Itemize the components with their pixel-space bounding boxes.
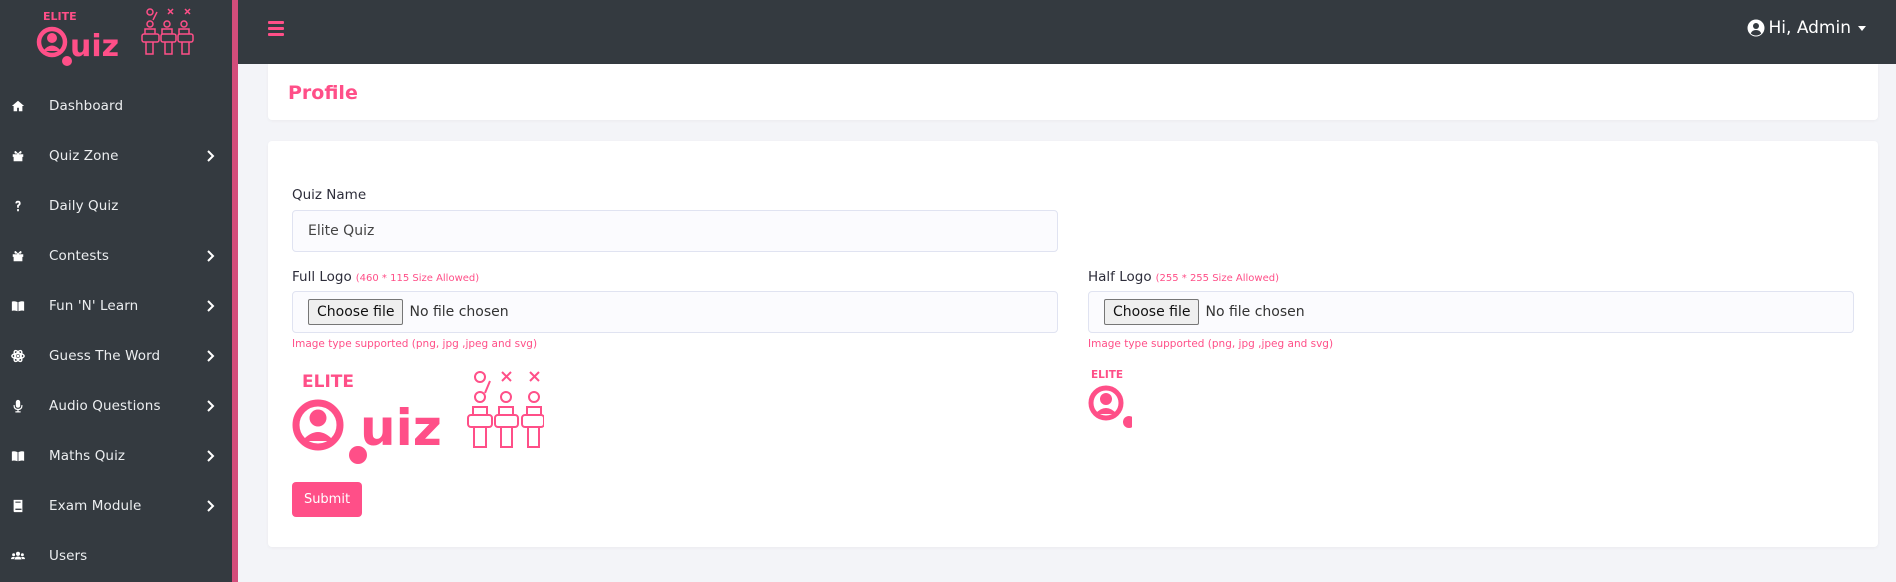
half-preview-elite-text: ELITE xyxy=(1091,369,1123,381)
full-logo-file-input[interactable]: Choose file No file chosen xyxy=(292,291,1058,333)
sidebar-item-label: Dashboard xyxy=(49,98,124,114)
user-greeting: Hi, Admin xyxy=(1768,18,1852,38)
quiz-name-label: Quiz Name xyxy=(292,187,367,203)
chevron-right-icon xyxy=(206,349,216,363)
half-logo-file-status: No file chosen xyxy=(1205,304,1305,320)
half-logo-support-text: Image type supported (png, jpg ,jpeg and… xyxy=(1088,338,1334,350)
chevron-right-icon xyxy=(206,299,216,313)
atom-icon xyxy=(10,348,26,364)
microphone-icon xyxy=(10,398,26,414)
full-logo-preview: ELITE uiz xyxy=(292,365,545,469)
full-logo-choose-file-button[interactable]: Choose file xyxy=(308,299,404,325)
half-logo-choose-file-button[interactable]: Choose file xyxy=(1104,299,1200,325)
chevron-right-icon xyxy=(206,399,216,413)
full-logo-label-text: Full Logo xyxy=(292,269,352,285)
svg-text:uiz: uiz xyxy=(70,29,119,64)
sidebar-item-quiz-zone[interactable]: Quiz Zone xyxy=(0,131,232,181)
sidebar-item-label: Fun 'N' Learn xyxy=(49,298,139,314)
full-logo-file-status: No file chosen xyxy=(409,304,509,320)
quiz-name-input[interactable]: Elite Quiz xyxy=(292,210,1058,252)
preview-elite-text: ELITE xyxy=(302,372,354,392)
half-logo-label-text: Half Logo xyxy=(1088,269,1152,285)
chevron-right-icon xyxy=(206,499,216,513)
sidebar-item-fun-n-learn[interactable]: Fun 'N' Learn xyxy=(0,281,232,331)
sidebar-item-guess-the-word[interactable]: Guess The Word xyxy=(0,331,232,381)
full-logo-label: Full Logo (460 * 115 Size Allowed) xyxy=(292,269,479,285)
users-icon xyxy=(10,548,26,564)
sidebar-item-maths-quiz[interactable]: Maths Quiz xyxy=(0,431,232,481)
submit-button[interactable]: Submit xyxy=(292,482,362,517)
half-logo-label: Half Logo (255 * 255 Size Allowed) xyxy=(1088,269,1279,285)
brand-elite-text: ELITE xyxy=(43,10,77,23)
home-icon xyxy=(10,98,26,114)
sidebar-nav: Dashboard Quiz Zone Daily Quiz Contests … xyxy=(0,81,232,581)
sidebar-item-label: Exam Module xyxy=(49,498,142,514)
book-open-icon xyxy=(10,448,26,464)
quiz-name-value: Elite Quiz xyxy=(308,223,375,239)
gift-icon xyxy=(10,248,26,264)
sidebar-item-contests[interactable]: Contests xyxy=(0,231,232,281)
sidebar-item-label: Quiz Zone xyxy=(49,148,119,164)
chevron-right-icon xyxy=(206,149,216,163)
page-title: Profile xyxy=(288,82,358,104)
sidebar-item-exam-module[interactable]: Exam Module xyxy=(0,481,232,531)
book-open-icon xyxy=(10,298,26,314)
sidebar-item-daily-quiz[interactable]: Daily Quiz xyxy=(0,181,232,231)
svg-text:uiz: uiz xyxy=(360,399,442,457)
sidebar-item-label: Audio Questions xyxy=(49,398,161,414)
top-navbar: Hi, Admin xyxy=(238,0,1896,64)
sidebar-item-dashboard[interactable]: Dashboard xyxy=(0,81,232,131)
sidebar-accent-stripe xyxy=(232,0,238,582)
sidebar-item-label: Users xyxy=(49,548,88,564)
sidebar-item-label: Daily Quiz xyxy=(49,198,119,214)
sidebar-item-label: Maths Quiz xyxy=(49,448,126,464)
book-icon xyxy=(10,498,26,514)
user-dropdown[interactable]: Hi, Admin xyxy=(1747,18,1866,38)
hamburger-menu-icon[interactable] xyxy=(268,21,284,37)
sidebar-item-audio-questions[interactable]: Audio Questions xyxy=(0,381,232,431)
chevron-right-icon xyxy=(206,449,216,463)
gift-icon xyxy=(10,148,26,164)
sidebar-item-users[interactable]: Users xyxy=(0,531,232,581)
profile-form-card: Quiz Name Elite Quiz Full Logo (460 * 115… xyxy=(268,141,1878,547)
user-circle-icon xyxy=(1747,19,1764,37)
sidebar-item-label: Contests xyxy=(49,248,110,264)
sidebar: ELITE uiz Dashboard Quiz Zone Daily Quiz… xyxy=(0,0,232,582)
question-icon xyxy=(10,198,26,214)
page-header-card: Profile xyxy=(268,64,1878,120)
half-logo-size-hint: (255 * 255 Size Allowed) xyxy=(1155,273,1280,284)
caret-down-icon xyxy=(1858,25,1866,31)
chevron-right-icon xyxy=(206,249,216,263)
full-logo-size-hint: (460 * 115 Size Allowed) xyxy=(355,273,480,284)
full-logo-support-text: Image type supported (png, jpg ,jpeg and… xyxy=(292,338,538,350)
brand-logo[interactable]: ELITE uiz xyxy=(36,6,196,68)
half-logo-file-input[interactable]: Choose file No file chosen xyxy=(1088,291,1854,333)
half-logo-preview: ELITE xyxy=(1088,367,1135,433)
sidebar-item-label: Guess The Word xyxy=(49,348,161,364)
